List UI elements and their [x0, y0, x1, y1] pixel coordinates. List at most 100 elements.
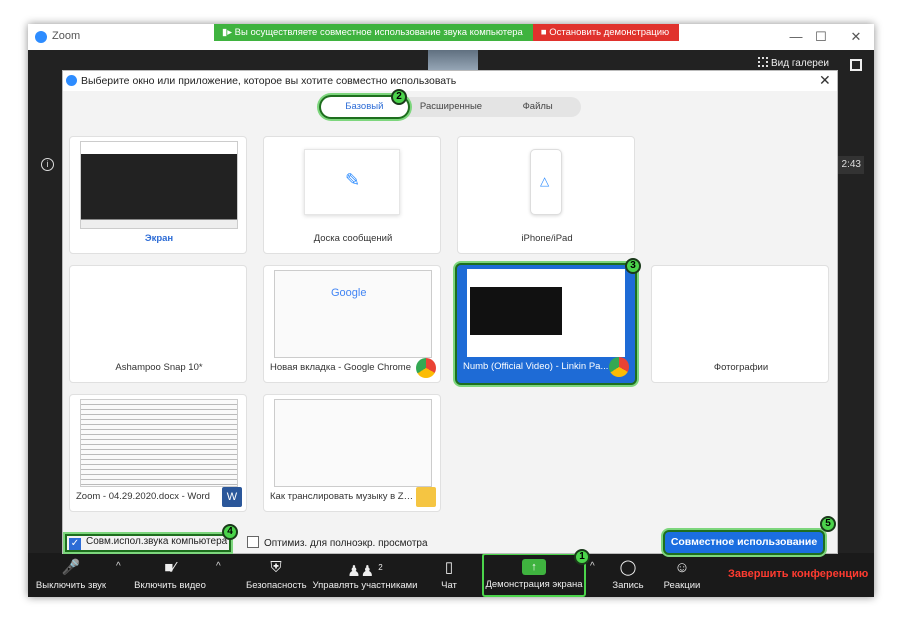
fullscreen-icon[interactable]	[850, 59, 862, 71]
share-tile-screen[interactable]: Экран	[69, 136, 247, 254]
start-video-button[interactable]: ■⁄ Включить видео	[128, 553, 212, 597]
word-icon: W	[222, 487, 242, 507]
close-window-button[interactable]: ✕	[846, 27, 866, 47]
callout-badge-5: 5	[820, 516, 836, 532]
callout-badge-1: 1	[574, 549, 590, 565]
share-options-caret[interactable]: ^	[590, 561, 595, 572]
dialog-title: Выберите окно или приложение, которое вы…	[81, 75, 457, 87]
audio-options-caret[interactable]: ^	[116, 561, 121, 572]
share-tile-chrome-newtab[interactable]: Google Новая вкладка - Google Chrome	[263, 265, 441, 383]
dialog-header: Выберите окно или приложение, которое вы…	[63, 71, 837, 91]
pencil-icon: ✎	[345, 170, 361, 190]
stop-icon: ■	[540, 27, 550, 38]
optimize-checkbox[interactable]	[247, 536, 259, 548]
explorer-preview	[274, 399, 432, 487]
mute-button[interactable]: 🎤 Выключить звук	[30, 553, 112, 597]
tile-label: Фотографии	[713, 362, 769, 373]
start-video-label: Включить видео	[134, 580, 206, 591]
share-tile-word[interactable]: Zoom - 04.29.2020.docx - Word W	[69, 394, 247, 512]
chrome-icon	[416, 358, 436, 378]
meeting-toolbar: 🎤 Выключить звук ^ ■⁄ Включить видео ^ ⛨…	[28, 553, 874, 597]
record-button[interactable]: ◯ Запись	[608, 553, 648, 597]
chat-button[interactable]: ▯ Чат	[434, 553, 464, 597]
minimize-button[interactable]: —	[786, 27, 806, 47]
share-button[interactable]: Совместное использование	[665, 532, 823, 553]
share-screen-icon: ↑	[522, 559, 546, 575]
tile-label: Zoom - 04.29.2020.docx - Word	[76, 491, 210, 502]
gallery-view-label: Вид галереи	[771, 58, 829, 69]
microphone-icon: 🎤	[61, 559, 81, 576]
word-preview	[80, 399, 238, 487]
participants-button[interactable]: ♟♟ 2 Управлять участниками	[310, 553, 420, 597]
share-screen-label: Демонстрация экрана	[485, 579, 583, 590]
chrome-preview: Google	[274, 270, 432, 358]
callout-badge-2: 2	[391, 89, 407, 105]
sharing-sound-text: Вы осуществляете совместное использовани…	[234, 27, 523, 38]
share-tile-iphone-ipad[interactable]: △ iPhone/iPad	[457, 136, 635, 254]
mute-label: Выключить звук	[35, 580, 107, 591]
zoom-logo-icon	[35, 31, 47, 43]
folder-icon	[416, 487, 436, 507]
google-logo: Google	[331, 287, 367, 299]
tile-label: Как транслировать музыку в Zo...	[270, 491, 417, 502]
share-audio-option[interactable]: ✓ Совм.испол.звука компьютера	[67, 536, 229, 550]
record-label: Запись	[612, 580, 644, 591]
tile-label: Ashampoo Snap 10*	[115, 362, 203, 373]
security-button[interactable]: ⛨ Безопасность	[246, 553, 307, 597]
share-tile-youtube-numb[interactable]: Numb (Official Video) - Linkin Pa...	[457, 265, 635, 383]
share-options-bar: ✓ Совм.испол.звука компьютера Оптимиз. дл…	[63, 529, 837, 555]
share-screen-button[interactable]: ↑ Демонстрация экрана	[482, 553, 586, 597]
grid-icon	[758, 57, 768, 67]
callout-badge-3: 3	[625, 258, 641, 274]
speaker-icon: ▮▸	[222, 27, 235, 38]
share-dialog: Выберите окно или приложение, которое вы…	[62, 70, 838, 554]
share-tile-ashampoo[interactable]: Ashampoo Snap 10*	[69, 265, 247, 383]
participants-label: Управлять участниками	[312, 580, 418, 591]
share-tile-whiteboard[interactable]: ✎ Доска сообщений	[263, 136, 441, 254]
record-icon: ◯	[619, 559, 637, 576]
optimize-option[interactable]: Оптимиз. для полноэкр. просмотра	[247, 536, 428, 549]
video-player-preview	[470, 287, 562, 335]
chat-label: Чат	[441, 580, 457, 591]
share-tile-photos[interactable]: Фотографии	[651, 265, 829, 383]
share-audio-checkbox[interactable]: ✓	[69, 538, 81, 550]
reactions-icon: ☺	[674, 559, 690, 576]
participants-icon: ♟♟ 2	[347, 563, 383, 580]
youtube-preview	[467, 269, 625, 357]
share-tabs: Базовый Расширенные Файлы	[321, 97, 581, 117]
share-tile-explorer[interactable]: Как транслировать музыку в Zo...	[263, 394, 441, 512]
shield-icon: ⛨	[270, 559, 282, 576]
chrome-icon	[609, 357, 629, 377]
chat-icon: ▯	[444, 559, 454, 576]
zoom-logo-icon	[66, 75, 77, 86]
optimize-label: Оптимиз. для полноэкр. просмотра	[264, 538, 428, 549]
callout-badge-4: 4	[222, 524, 238, 540]
tile-label: iPhone/iPad	[521, 233, 573, 244]
meeting-timer: 2:43	[836, 156, 864, 174]
screen-preview	[80, 141, 238, 229]
maximize-button[interactable]: ☐	[811, 27, 831, 47]
tile-label: Доска сообщений	[313, 233, 393, 244]
camera-off-icon: ■⁄	[164, 559, 176, 576]
participants-count: 2	[378, 563, 383, 572]
tile-label: Новая вкладка - Google Chrome	[270, 362, 411, 373]
stop-share-button[interactable]: ■ Остановить демонстрацию	[532, 24, 680, 41]
share-audio-label: Совм.испол.звука компьютера	[86, 536, 228, 547]
info-icon[interactable]: i	[41, 158, 54, 171]
tile-label: Экран	[144, 233, 174, 244]
airplay-icon: △	[540, 174, 550, 188]
sharing-banner: ▮▸ Вы осуществляете совместное использов…	[214, 24, 680, 41]
stop-share-label: Остановить демонстрацию	[549, 27, 670, 38]
sharing-sound-notice: ▮▸ Вы осуществляете совместное использов…	[214, 24, 533, 41]
end-meeting-button[interactable]: Завершить конференцию	[728, 568, 868, 580]
reactions-button[interactable]: ☺ Реакции	[658, 553, 706, 597]
tab-files[interactable]: Файлы	[494, 97, 581, 117]
whiteboard-preview: ✎	[304, 149, 400, 215]
gallery-view-button[interactable]: Вид галереи	[758, 57, 829, 69]
security-label: Безопасность	[246, 580, 307, 591]
dialog-close-button[interactable]: ✕	[819, 72, 831, 89]
reactions-label: Реакции	[663, 580, 701, 591]
tab-advanced[interactable]: Расширенные	[408, 97, 495, 117]
video-options-caret[interactable]: ^	[216, 561, 221, 572]
window-title: Zoom	[52, 30, 81, 42]
